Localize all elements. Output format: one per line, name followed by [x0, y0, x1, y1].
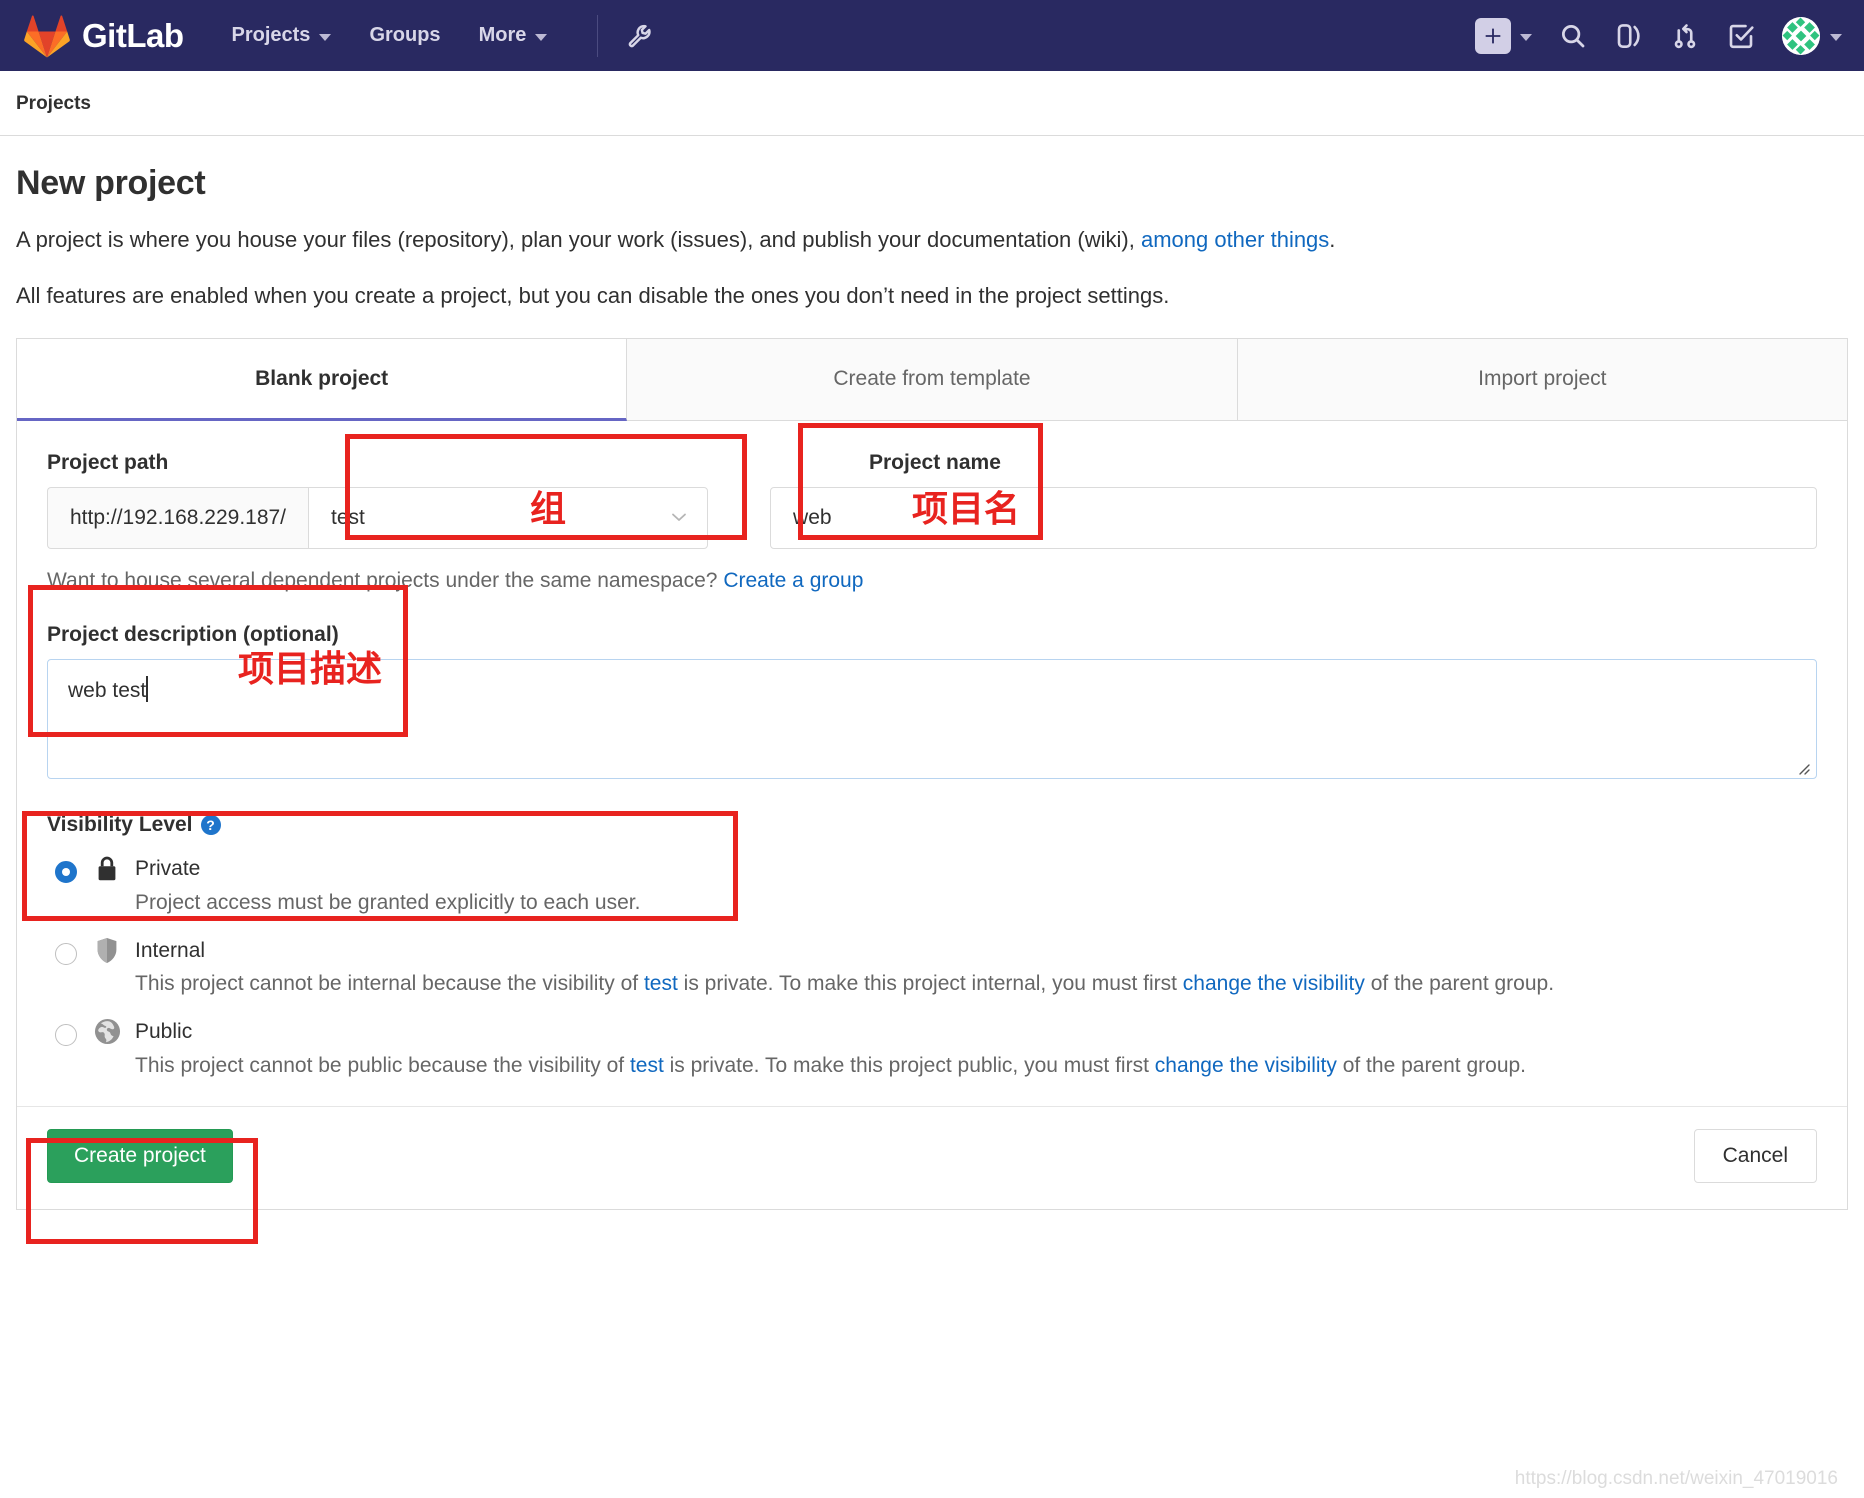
- visibility-option-private[interactable]: Private Project access must be granted e…: [47, 855, 1817, 919]
- lock-icon: [93, 855, 121, 883]
- nav-item-projects[interactable]: Projects: [232, 24, 332, 47]
- watermark: https://blog.csdn.net/weixin_47019016: [1514, 1468, 1838, 1489]
- create-a-group-link[interactable]: Create a group: [723, 569, 863, 592]
- project-name-input[interactable]: web: [770, 487, 1817, 550]
- navbar-right: [1475, 16, 1842, 55]
- new-project-panel: Blank project Create from template Impor…: [16, 338, 1848, 1210]
- page-intro-line-2: All features are enabled when you create…: [16, 282, 1170, 308]
- todo-done-icon[interactable]: [1726, 21, 1756, 51]
- internal-desc-b: is private. To make this project interna…: [677, 972, 1183, 996]
- cancel-button[interactable]: Cancel: [1693, 1128, 1817, 1183]
- intro-text-after: .: [1329, 227, 1336, 252]
- tab-import-project-label: Import project: [1478, 367, 1607, 391]
- tab-create-from-template-label: Create from template: [833, 367, 1031, 391]
- radio-public[interactable]: [55, 1024, 77, 1047]
- namespace-select[interactable]: test: [308, 487, 709, 550]
- visibility-level-text: Visibility Level: [47, 813, 193, 837]
- breadcrumb: Projects: [0, 71, 1864, 136]
- project-name-col: web: [770, 487, 1817, 550]
- wrench-icon[interactable]: [626, 22, 654, 50]
- form-actions: Create project Cancel: [17, 1105, 1847, 1209]
- project-description-textarea[interactable]: web test: [47, 659, 1817, 780]
- visibility-private-text: Private Project access must be granted e…: [135, 855, 1817, 919]
- avatar[interactable]: [1782, 16, 1820, 55]
- new-dropdown[interactable]: [1475, 17, 1532, 54]
- project-description-value: web test: [68, 679, 147, 703]
- project-name-label: Project name: [869, 451, 1001, 475]
- resize-handle-icon[interactable]: [1795, 758, 1811, 776]
- top-navbar: GitLab Projects Groups More: [0, 0, 1864, 71]
- navbar-divider: [597, 14, 599, 57]
- visibility-public-title: Public: [135, 1020, 193, 1044]
- public-desc-b: is private. To make this project public,…: [663, 1053, 1155, 1077]
- project-path-prefix: http://192.168.229.187/: [47, 487, 309, 550]
- page-intro-line-1: A project is where you house your files …: [16, 225, 1848, 255]
- chevron-down-icon: [669, 507, 689, 530]
- internal-desc-c: of the parent group.: [1364, 972, 1555, 996]
- breadcrumb-projects[interactable]: Projects: [16, 93, 91, 114]
- namespace-helper-text: Want to house several dependent projects…: [47, 569, 1817, 593]
- chevron-down-icon: [535, 33, 548, 41]
- visibility-private-title: Private: [135, 857, 201, 881]
- internal-change-visibility-link[interactable]: change the visibility: [1183, 972, 1365, 995]
- search-icon[interactable]: [1558, 21, 1588, 51]
- internal-namespace-link[interactable]: test: [644, 972, 678, 995]
- public-desc-c: of the parent group.: [1336, 1053, 1527, 1077]
- nav-item-more-label: More: [478, 24, 527, 46]
- chevron-down-icon: [1830, 33, 1842, 41]
- user-menu[interactable]: [1782, 16, 1842, 55]
- path-and-name-row: http://192.168.229.187/ test web: [47, 487, 1817, 550]
- tab-blank-project[interactable]: Blank project: [17, 339, 628, 422]
- nav-item-groups-label: Groups: [369, 24, 441, 46]
- public-desc-a: This project cannot be public because th…: [135, 1053, 630, 1077]
- navbar-left: GitLab Projects Groups More: [24, 14, 654, 58]
- visibility-public-desc: This project cannot be public because th…: [135, 1049, 1817, 1082]
- radio-internal[interactable]: [55, 942, 77, 965]
- tab-create-from-template[interactable]: Create from template: [627, 339, 1238, 421]
- text-cursor: [146, 676, 149, 703]
- visibility-option-internal[interactable]: Internal This project cannot be internal…: [47, 937, 1817, 1001]
- visibility-private-desc: Project access must be granted explicitl…: [135, 890, 641, 914]
- intro-text-before: A project is where you house your files …: [16, 227, 1141, 252]
- globe-icon: [93, 1018, 121, 1045]
- public-change-visibility-link[interactable]: change the visibility: [1155, 1054, 1337, 1077]
- internal-desc-a: This project cannot be internal because …: [135, 972, 644, 996]
- nav-item-groups[interactable]: Groups: [369, 24, 440, 47]
- page-title: New project: [16, 164, 206, 202]
- namespace-select-value: test: [331, 506, 365, 530]
- page-content: New project A project is where you house…: [0, 164, 1864, 1210]
- project-path-col: http://192.168.229.187/ test: [47, 487, 709, 550]
- gitlab-logo-icon[interactable]: [24, 14, 70, 58]
- help-icon[interactable]: ?: [200, 815, 221, 836]
- new-project-form: Project path Project name http://192.168…: [17, 421, 1847, 1082]
- create-project-button[interactable]: Create project: [47, 1128, 233, 1183]
- chevron-down-icon: [319, 33, 332, 41]
- public-namespace-link[interactable]: test: [630, 1054, 664, 1077]
- tab-import-project[interactable]: Import project: [1238, 339, 1847, 420]
- chevron-down-icon: [1520, 33, 1532, 41]
- visibility-public-text: Public This project cannot be public bec…: [135, 1018, 1817, 1082]
- visibility-internal-title: Internal: [135, 938, 206, 962]
- issues-icon[interactable]: [1614, 21, 1644, 51]
- project-path-label: Project path: [47, 451, 169, 475]
- namespace-helper-prefix: Want to house several dependent projects…: [47, 569, 724, 593]
- visibility-level-label: Visibility Level ?: [47, 813, 1817, 837]
- shield-icon: [93, 937, 121, 964]
- plus-icon[interactable]: [1475, 17, 1511, 54]
- gitlab-wordmark[interactable]: GitLab: [82, 17, 184, 55]
- project-type-tabs: Blank project Create from template Impor…: [17, 339, 1847, 422]
- visibility-option-public[interactable]: Public This project cannot be public bec…: [47, 1018, 1817, 1082]
- visibility-internal-text: Internal This project cannot be internal…: [135, 937, 1817, 1001]
- project-description-label: Project description (optional): [47, 623, 339, 647]
- among-other-things-link[interactable]: among other things: [1141, 227, 1329, 252]
- nav-item-projects-label: Projects: [231, 24, 311, 46]
- merge-request-icon[interactable]: [1670, 21, 1700, 51]
- project-path-group: http://192.168.229.187/ test: [47, 487, 709, 550]
- tab-blank-project-label: Blank project: [255, 367, 389, 391]
- radio-private[interactable]: [55, 861, 77, 884]
- visibility-internal-desc: This project cannot be internal because …: [135, 967, 1817, 1000]
- nav-item-more[interactable]: More: [479, 24, 548, 47]
